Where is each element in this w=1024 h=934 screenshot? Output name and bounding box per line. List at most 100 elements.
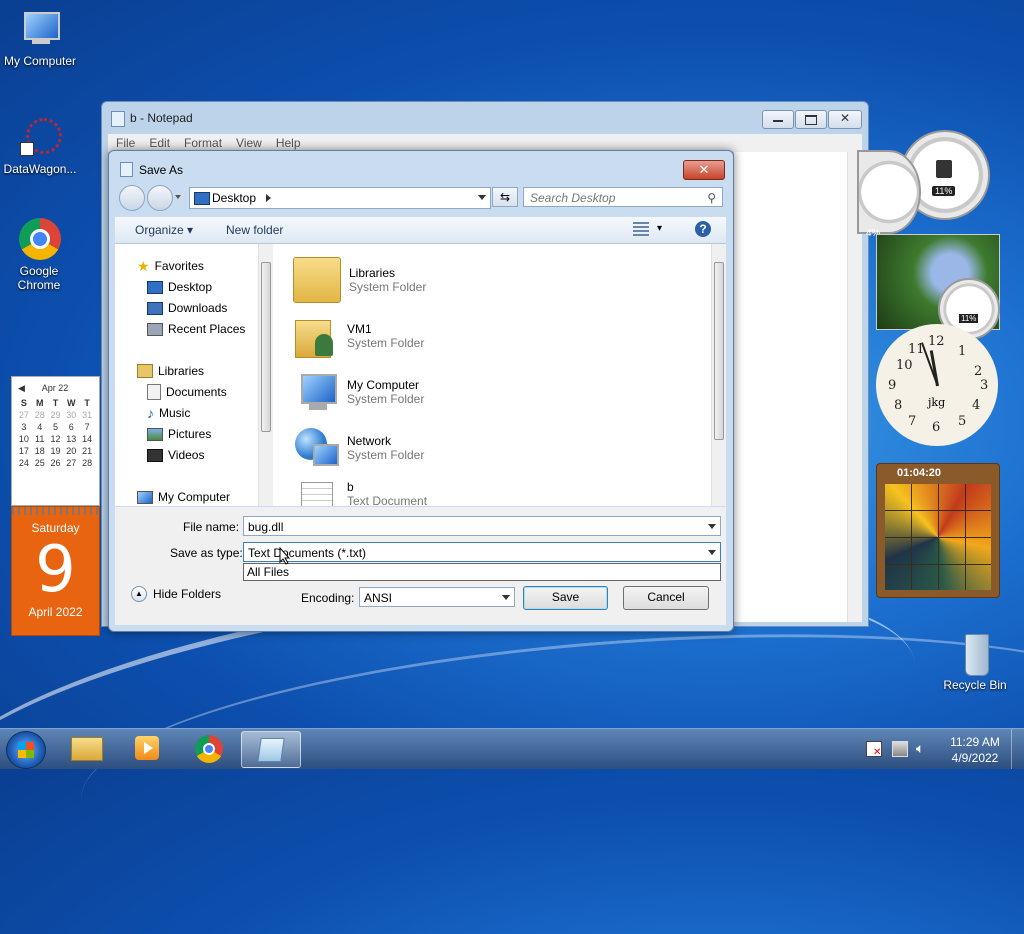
new-folder-button[interactable]: New folder bbox=[226, 223, 283, 237]
nav-favorites[interactable]: ★ Favorites bbox=[137, 257, 204, 275]
save-button[interactable]: Save bbox=[523, 586, 608, 610]
encoding-dropdown-icon[interactable] bbox=[502, 595, 510, 600]
search-icon: ⚲ bbox=[707, 191, 716, 205]
file-item-libraries[interactable]: Libraries System Folder bbox=[293, 256, 426, 304]
file-list-scrollbar[interactable] bbox=[711, 244, 726, 506]
save-as-type-dropdown-icon[interactable] bbox=[708, 550, 716, 555]
action-center-icon[interactable]: ✕ bbox=[866, 741, 882, 758]
taskbar-explorer-button[interactable] bbox=[58, 731, 116, 766]
computer-icon bbox=[293, 370, 339, 414]
file-item-my-computer[interactable]: My Computer System Folder bbox=[293, 368, 424, 416]
nav-my-computer[interactable]: My Computer bbox=[137, 488, 230, 506]
address-location[interactable]: Desktop bbox=[212, 190, 256, 206]
breadcrumb-chevron-icon[interactable] bbox=[266, 194, 271, 202]
notepad-title-bar[interactable]: b - Notepad bbox=[102, 102, 868, 134]
start-button[interactable] bbox=[6, 731, 46, 769]
recent-places-icon bbox=[147, 322, 163, 336]
file-list-scroll-thumb[interactable] bbox=[714, 262, 724, 440]
desktop-icon-label: DataWagon... bbox=[3, 162, 77, 176]
file-name-dropdown-icon[interactable] bbox=[708, 524, 716, 529]
hide-folders-toggle[interactable]: ▲ Hide Folders bbox=[131, 586, 221, 602]
dialog-bottom-panel: File name: bug.dll Save as type: Text Do… bbox=[115, 507, 726, 625]
nav-scroll-thumb[interactable] bbox=[261, 262, 271, 432]
dialog-close-button[interactable]: ✕ bbox=[683, 160, 725, 180]
clock-brand: jkg bbox=[928, 396, 946, 409]
desktop-icon-label: Recycle Bin bbox=[943, 678, 1007, 692]
puzzle-timer: 01:04:20 bbox=[897, 467, 942, 479]
search-input[interactable]: Search Desktop ⚲ bbox=[523, 187, 723, 207]
calendar-rings bbox=[12, 507, 99, 515]
calendar-month-year: April 2022 bbox=[28, 605, 83, 619]
dialog-notepad-icon bbox=[120, 162, 133, 177]
file-item-network[interactable]: Network System Folder bbox=[293, 424, 424, 472]
search-placeholder: Search Desktop bbox=[530, 191, 616, 205]
nav-recent-places[interactable]: Recent Places bbox=[147, 320, 245, 338]
desktop-icon-label: Google Chrome bbox=[17, 264, 61, 292]
calendar-day-view: Saturday 9 April 2022 bbox=[11, 506, 100, 636]
videos-icon bbox=[147, 448, 163, 462]
address-dropdown-icon[interactable] bbox=[478, 195, 486, 200]
desktop-icon-datawagon[interactable]: DataWagon... bbox=[0, 116, 80, 176]
forward-button[interactable] bbox=[147, 185, 173, 211]
cancel-button[interactable]: Cancel bbox=[623, 586, 709, 610]
refresh-button[interactable]: ⇆ bbox=[492, 187, 518, 207]
calendar-day-number: 9 bbox=[35, 533, 76, 607]
save-as-type-select[interactable]: Text Documents (*.txt) bbox=[243, 542, 721, 562]
minimize-button[interactable] bbox=[762, 110, 794, 129]
help-icon[interactable]: ? bbox=[695, 221, 711, 237]
notepad-text-area[interactable] bbox=[733, 152, 862, 622]
nav-pictures[interactable]: Pictures bbox=[147, 425, 211, 443]
history-dropdown-icon[interactable] bbox=[175, 195, 181, 199]
prev-month-icon[interactable]: ◀ bbox=[18, 383, 25, 394]
network-icon bbox=[293, 426, 339, 470]
puzzle-board[interactable] bbox=[885, 484, 991, 590]
chrome-icon bbox=[17, 218, 61, 262]
file-item-vm1[interactable]: VM1 System Folder bbox=[293, 312, 424, 360]
volume-icon[interactable]: 🔈︎ bbox=[916, 740, 924, 757]
datawagon-icon bbox=[18, 116, 62, 160]
taskbar: ✕ 🔈︎ 11:29 AM 4/9/2022 bbox=[0, 728, 1024, 769]
desktop-icon-chrome[interactable]: Google Chrome bbox=[0, 218, 78, 292]
save-as-type-dropdown-list: All Files bbox=[243, 563, 721, 581]
refresh-icon: ⇆ bbox=[499, 190, 511, 204]
save-as-type-label: Save as type: bbox=[170, 546, 243, 560]
views-icon[interactable] bbox=[633, 222, 649, 236]
back-button[interactable] bbox=[119, 185, 145, 211]
nav-libraries[interactable]: Libraries bbox=[137, 362, 204, 380]
taskbar-media-player-button[interactable] bbox=[118, 731, 176, 766]
save-as-dialog[interactable]: Save As ✕ Desktop ⇆ Search Desktop ⚲ Org… bbox=[108, 150, 734, 632]
pictures-icon bbox=[147, 427, 163, 441]
taskbar-chrome-button[interactable] bbox=[180, 731, 238, 766]
organize-button[interactable]: Organize ▾ bbox=[135, 223, 193, 237]
nav-documents[interactable]: Documents bbox=[147, 383, 227, 401]
notepad-close-button[interactable]: ✕ bbox=[828, 110, 862, 129]
libraries-folder-icon bbox=[293, 257, 341, 303]
show-desktop-button[interactable] bbox=[1011, 729, 1024, 769]
desktop-icon-recycle-bin[interactable]: Recycle Bin bbox=[935, 632, 1015, 692]
documents-icon bbox=[147, 384, 161, 400]
taskbar-clock[interactable]: 11:29 AM 4/9/2022 bbox=[944, 734, 1006, 766]
desktop-icon-my-computer[interactable]: My Computer bbox=[0, 8, 80, 68]
maximize-button[interactable] bbox=[795, 110, 827, 129]
file-name-input[interactable]: bug.dll bbox=[243, 516, 721, 536]
taskbar-date: 4/9/2022 bbox=[951, 751, 999, 765]
file-item-b[interactable]: b Text Document bbox=[293, 480, 427, 506]
notepad-icon bbox=[111, 111, 125, 127]
chevron-up-icon: ▲ bbox=[131, 586, 147, 602]
nav-videos[interactable]: Videos bbox=[147, 446, 204, 464]
encoding-select[interactable]: ANSI bbox=[359, 587, 515, 607]
nav-downloads[interactable]: Downloads bbox=[147, 299, 227, 317]
calendar-days[interactable]: 27 28 29 30 31 34567 10 11 12 13 14 17 18 19 20 21 2… bbox=[12, 408, 99, 468]
dialog-title: Save As bbox=[139, 163, 184, 177]
nav-desktop[interactable]: Desktop bbox=[147, 278, 212, 296]
taskbar-notepad-button[interactable] bbox=[241, 731, 301, 768]
address-bar[interactable]: Desktop bbox=[189, 187, 491, 209]
text-document-icon bbox=[293, 480, 339, 506]
network-tray-icon[interactable] bbox=[892, 741, 908, 757]
nav-scrollbar[interactable] bbox=[258, 244, 273, 506]
music-icon: ♪ bbox=[147, 405, 154, 421]
save-as-type-option-all-files[interactable]: All Files bbox=[247, 565, 289, 579]
notepad-icon bbox=[257, 738, 285, 762]
nav-music[interactable]: ♪ Music bbox=[147, 404, 190, 422]
views-dropdown-icon[interactable]: ▾ bbox=[657, 223, 662, 234]
